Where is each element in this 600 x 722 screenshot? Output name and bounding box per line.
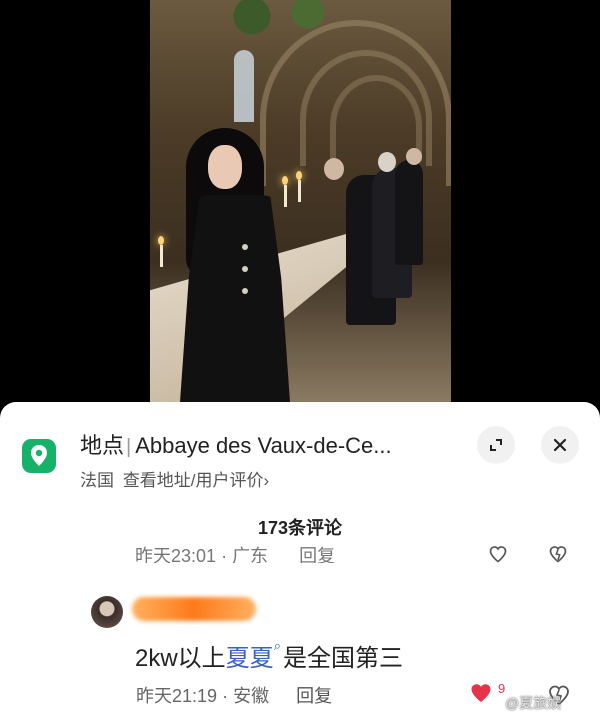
comments-count: 173条评论 [257,518,343,538]
woman-face [208,145,242,189]
collapse-button[interactable] [477,426,515,464]
arched-window [234,50,254,122]
comment-body[interactable]: 2kw以上夏夏⌕是全国第三 [135,638,403,673]
map-pin-icon[interactable] [22,439,56,473]
mention-link[interactable]: 夏夏 [226,645,274,672]
candle-flame [296,171,302,180]
dress-button [242,244,248,250]
reply-button[interactable]: 回复 [296,686,332,706]
post-photo[interactable] [150,0,451,402]
comment-time: 昨天21:19 [136,686,218,706]
dislike-outline-icon[interactable] [546,544,570,564]
previous-comment-meta: 昨天23:01 · 广东 回复 [135,541,335,563]
candle [284,185,287,207]
meta-separator: · [222,686,229,706]
guest-head [378,152,396,172]
avatar[interactable] [91,596,123,628]
comment-region: 安徽 [233,686,270,706]
comment-meta: 昨天21:19 · 安徽 回复 [136,682,332,708]
meta-separator: · [221,546,233,563]
collapse-icon [490,439,502,451]
guest-head [324,158,344,180]
comment-text-suffix: 是全国第三 [282,645,403,672]
previous-comment-time: 昨天23:01 [135,546,217,563]
close-icon [553,438,567,452]
location-title[interactable]: 地点 | Abbaye des Vaux-de-Ce... [80,428,392,460]
chevron-right-icon: › [263,471,270,490]
previous-comment-region: 广东 [232,546,269,563]
guest-figure [395,160,423,265]
location-label: 地点 [80,433,125,458]
guest-head [406,148,422,165]
woman-dress [180,195,290,402]
location-country: 法国 [80,471,114,490]
search-icon: ⌕ [273,638,281,653]
candle [298,180,301,202]
like-button[interactable] [468,681,494,710]
location-details-link[interactable]: 法国 查看地址/用户评价› [80,466,269,491]
location-name: Abbaye des Vaux-de-Ce... [135,433,392,458]
previous-reply-button[interactable]: 回复 [299,546,335,563]
candle [160,245,163,267]
watermark: @夏旅娱 [505,695,562,711]
candle-flame [158,236,164,245]
candle-flame [282,176,288,185]
comments-sheet: 地点 | Abbaye des Vaux-de-Ce... 法国 查看地址/用户评价… [0,402,600,722]
heart-outline-icon[interactable] [486,544,510,564]
view-address-link[interactable]: 查看地址/用户评价 [123,471,264,490]
username-redacted [132,597,256,621]
comment-text-prefix: 2kw以上 [135,645,226,672]
close-button[interactable] [541,426,579,464]
location-divider: | [126,436,132,458]
dress-button [242,266,248,272]
dress-button [242,288,248,294]
heart-filled-icon [471,684,491,702]
